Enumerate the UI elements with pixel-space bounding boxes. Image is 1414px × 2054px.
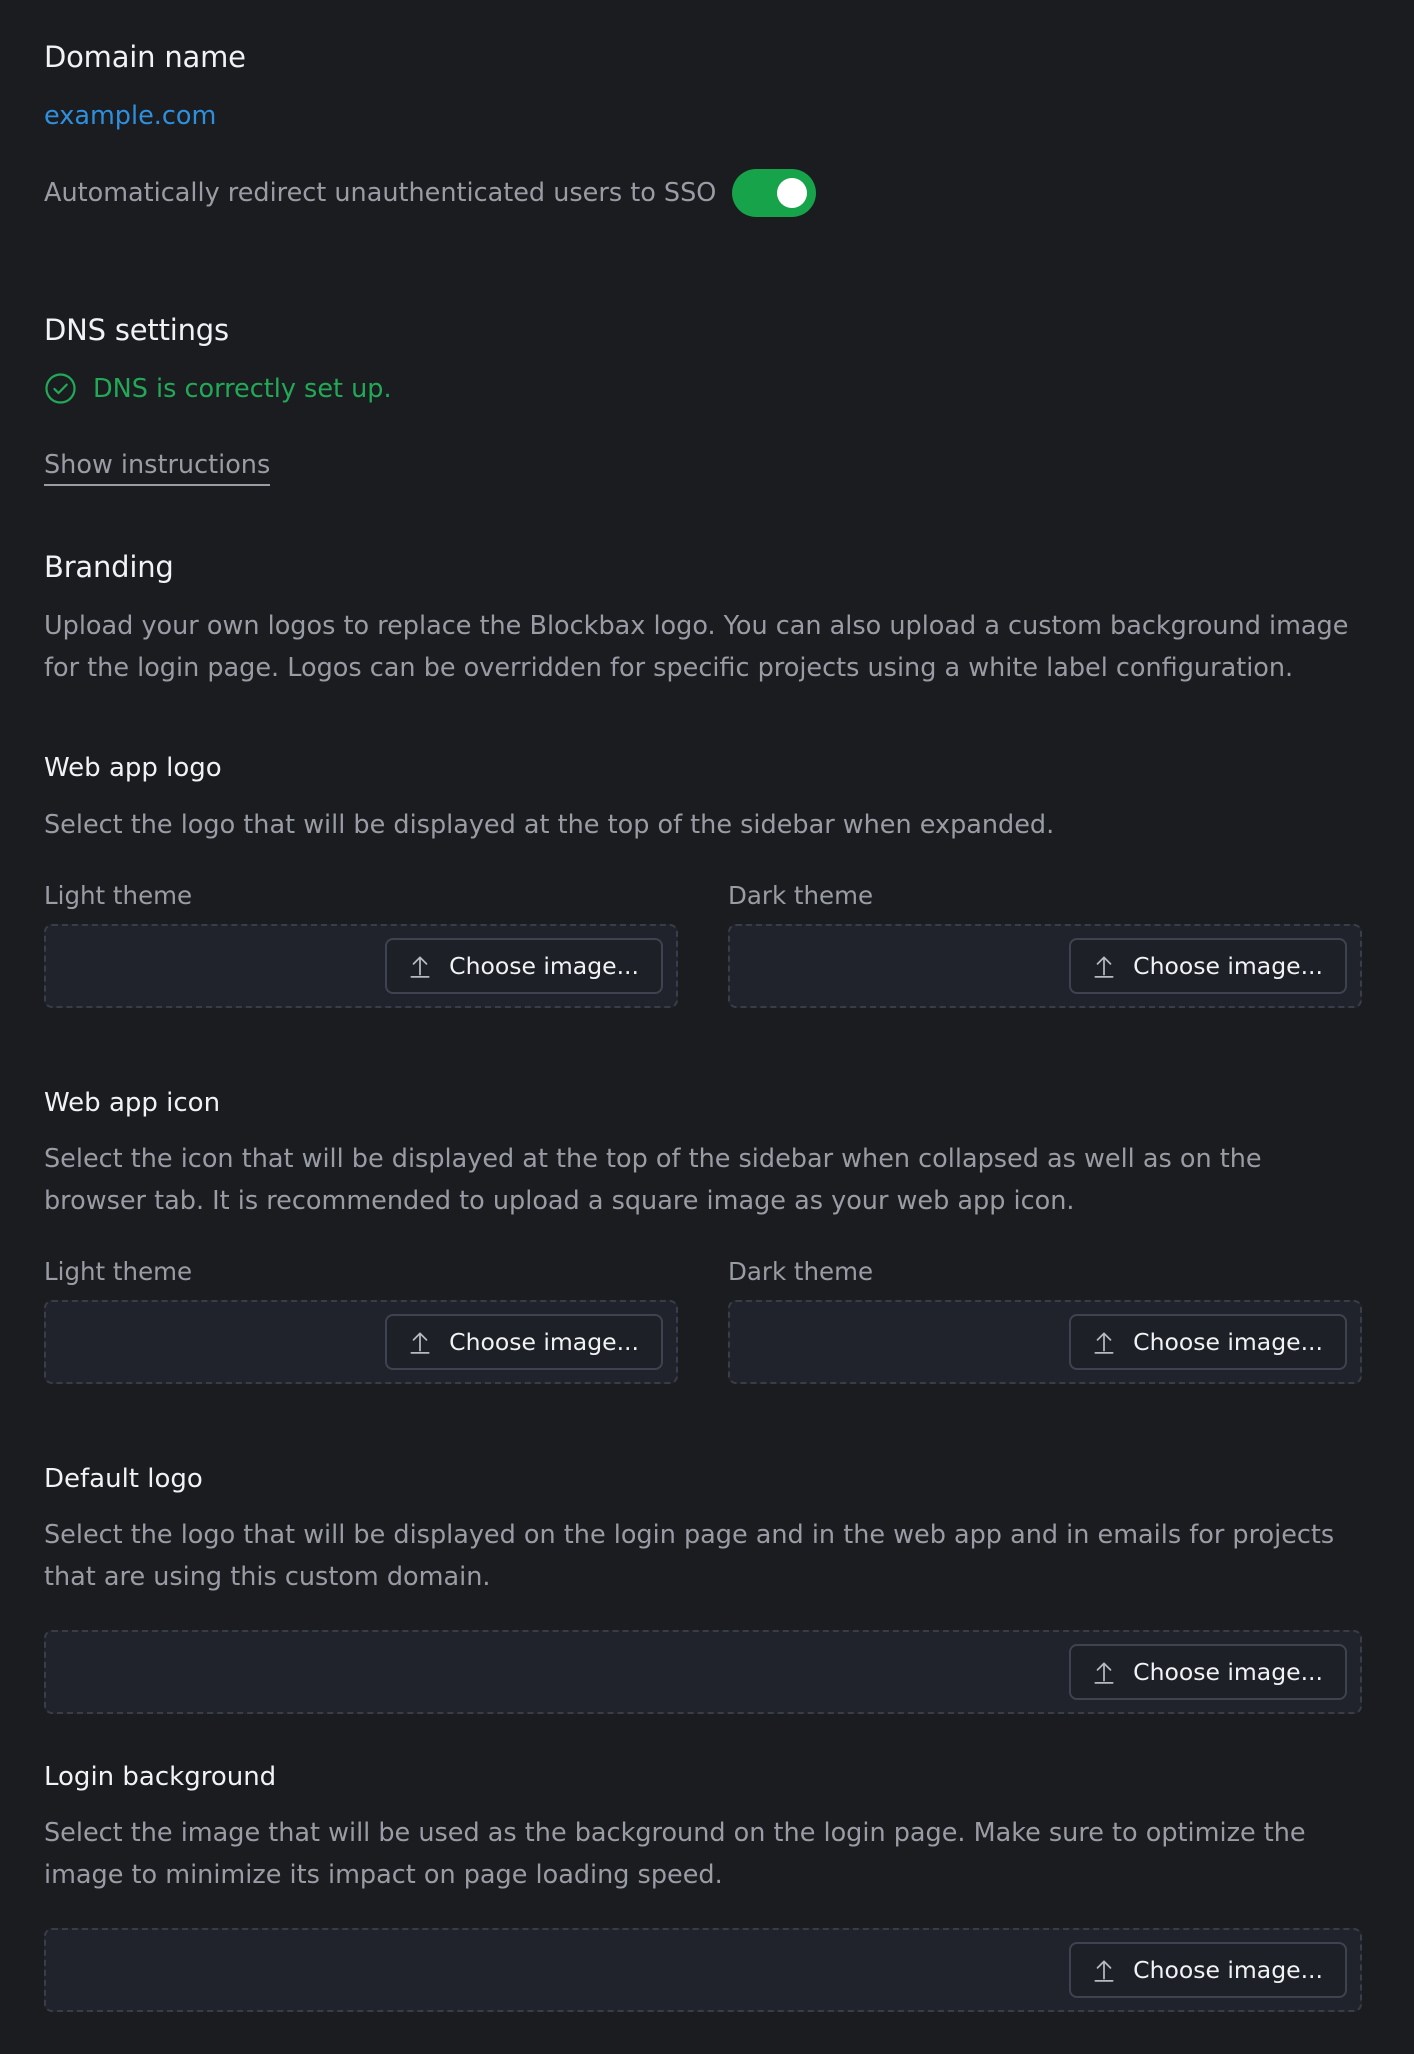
login-background-description: Select the image that will be used as th… bbox=[44, 1818, 1306, 1890]
web-app-icon-description: Select the icon that will be displayed a… bbox=[44, 1144, 1262, 1216]
upload-icon bbox=[1094, 1960, 1114, 1982]
default-logo-description: Select the logo that will be displayed o… bbox=[44, 1520, 1335, 1592]
show-instructions-link[interactable]: Show instructions bbox=[44, 450, 271, 486]
web-app-icon-dark-choose-button[interactable]: Choose image... bbox=[1069, 1314, 1347, 1370]
choose-image-label: Choose image... bbox=[1133, 952, 1323, 980]
choose-image-label: Choose image... bbox=[449, 1328, 639, 1356]
web-app-logo-light-dropzone[interactable]: Choose image... bbox=[44, 924, 678, 1008]
branding-heading: Branding bbox=[44, 550, 174, 584]
dns-status: DNS is correctly set up. bbox=[44, 372, 392, 405]
domain-name-heading: Domain name bbox=[44, 40, 246, 74]
web-app-icon-dark-dropzone[interactable]: Choose image... bbox=[728, 1300, 1362, 1384]
default-logo-heading: Default logo bbox=[44, 1464, 203, 1494]
web-app-logo-dark-label: Dark theme bbox=[728, 881, 874, 910]
dns-status-text: DNS is correctly set up. bbox=[93, 373, 392, 404]
choose-image-label: Choose image... bbox=[1133, 1956, 1323, 1984]
web-app-icon-heading: Web app icon bbox=[44, 1088, 221, 1118]
web-app-logo-light-choose-button[interactable]: Choose image... bbox=[385, 938, 663, 994]
web-app-icon-light-choose-button[interactable]: Choose image... bbox=[385, 1314, 663, 1370]
web-app-logo-dark-choose-button[interactable]: Choose image... bbox=[1069, 938, 1347, 994]
check-circle-icon bbox=[45, 373, 76, 404]
choose-image-label: Choose image... bbox=[1133, 1658, 1323, 1686]
upload-icon bbox=[410, 1332, 430, 1354]
web-app-logo-dark-dropzone[interactable]: Choose image... bbox=[728, 924, 1362, 1008]
branding-description: Upload your own logos to replace the Blo… bbox=[44, 611, 1349, 683]
web-app-logo-heading: Web app logo bbox=[44, 753, 222, 783]
upload-icon bbox=[1094, 956, 1114, 978]
login-background-dropzone[interactable]: Choose image... bbox=[44, 1928, 1362, 2012]
upload-icon bbox=[410, 956, 430, 978]
dns-settings-heading: DNS settings bbox=[44, 313, 229, 347]
web-app-icon-light-label: Light theme bbox=[44, 1257, 193, 1286]
web-app-icon-dark-label: Dark theme bbox=[728, 1257, 874, 1286]
web-app-icon-light-dropzone[interactable]: Choose image... bbox=[44, 1300, 678, 1384]
sso-redirect-label: Automatically redirect unauthenticated u… bbox=[44, 178, 717, 208]
default-logo-choose-button[interactable]: Choose image... bbox=[1069, 1644, 1347, 1700]
choose-image-label: Choose image... bbox=[449, 952, 639, 980]
default-logo-dropzone[interactable]: Choose image... bbox=[44, 1630, 1362, 1714]
sso-redirect-row: Automatically redirect unauthenticated u… bbox=[44, 168, 817, 218]
web-app-logo-light-label: Light theme bbox=[44, 881, 193, 910]
toggle-knob bbox=[777, 178, 808, 208]
login-background-heading: Login background bbox=[44, 1762, 277, 1792]
login-background-choose-button[interactable]: Choose image... bbox=[1069, 1942, 1347, 1998]
sso-redirect-toggle[interactable] bbox=[732, 169, 817, 217]
choose-image-label: Choose image... bbox=[1133, 1328, 1323, 1356]
upload-icon bbox=[1094, 1332, 1114, 1354]
web-app-logo-description: Select the logo that will be displayed a… bbox=[44, 810, 1055, 840]
domain-name-link[interactable]: example.com bbox=[44, 101, 216, 131]
upload-icon bbox=[1094, 1662, 1114, 1684]
